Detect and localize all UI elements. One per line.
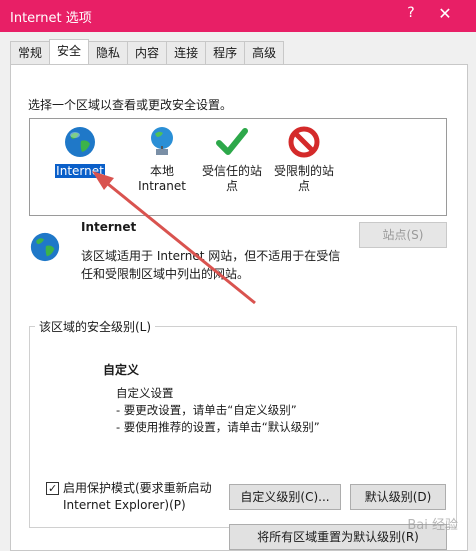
level-line: - 要使用推荐的设置，请单击“默认级别” <box>116 420 320 434</box>
restricted-sites-icon <box>288 126 320 158</box>
window-title: Internet 选项 <box>10 11 92 26</box>
security-level-title: 该区域的安全级别(L) <box>35 318 156 335</box>
local-intranet-icon <box>151 127 173 155</box>
selected-zone-name: Internet <box>81 220 137 234</box>
tab-general[interactable]: 常规 <box>10 41 51 64</box>
zone-internet[interactable]: Internet <box>42 125 118 179</box>
security-panel: 选择一个区域以查看或更改安全设置。 Internet 本地Intranet 受 <box>10 64 468 551</box>
protected-mode-option[interactable]: ✓ 启用保护模式(要求重新启动 Internet Explorer)(P) <box>46 480 236 514</box>
custom-level-button[interactable]: 自定义级别(C)... <box>229 484 341 510</box>
tab-content[interactable]: 内容 <box>127 41 168 64</box>
tab-bar: 常规 安全 隐私 内容 连接 程序 高级 <box>10 39 285 64</box>
level-line: 自定义设置 <box>116 386 174 400</box>
level-line: - 要更改设置，请单击“自定义级别” <box>116 403 297 417</box>
globe-icon <box>30 232 60 262</box>
tab-security[interactable]: 安全 <box>49 39 90 64</box>
security-level-description: 自定义设置 - 要更改设置，请单击“自定义级别” - 要使用推荐的设置，请单击“… <box>116 385 320 436</box>
watermark: Bai 经验 <box>407 518 458 533</box>
sites-button[interactable]: 站点(S) <box>359 222 447 248</box>
title-bar: Internet 选项 ? ✕ <box>0 0 476 32</box>
zone-label: Internet <box>55 164 105 178</box>
zone-list: Internet 本地 Intranet 受信任的站点 受限制的站点 <box>29 118 447 216</box>
security-level-name: 自定义 <box>103 363 140 377</box>
protected-mode-label: 启用保护模式(要求重新启动 Internet Explorer)(P) <box>63 481 212 512</box>
zone-prompt: 选择一个区域以查看或更改安全设置。 <box>28 98 233 112</box>
zone-label: 受限制的站点 <box>273 164 334 193</box>
zone-restricted-sites[interactable]: 受限制的站点 <box>266 125 342 194</box>
tab-advanced[interactable]: 高级 <box>244 41 285 64</box>
selected-zone-description: 该区域适用于 Internet 网站，但不适用于在受信任和受限制区域中列出的网站… <box>81 249 341 281</box>
help-button[interactable]: ? <box>398 5 424 21</box>
tab-privacy[interactable]: 隐私 <box>88 41 129 64</box>
zone-label: 受信任的站点 <box>201 164 262 193</box>
globe-icon <box>65 127 95 157</box>
protected-mode-checkbox[interactable]: ✓ <box>46 482 59 495</box>
trusted-sites-check-icon <box>216 128 248 155</box>
default-level-button[interactable]: 默认级别(D) <box>350 484 446 510</box>
tab-programs[interactable]: 程序 <box>205 41 246 64</box>
zone-label: 本地 Intranet <box>138 164 186 193</box>
checkmark-icon: ✓ <box>48 482 58 495</box>
tab-connections[interactable]: 连接 <box>166 41 207 64</box>
zone-trusted-sites[interactable]: 受信任的站点 <box>194 125 270 194</box>
close-button[interactable]: ✕ <box>432 4 458 23</box>
zone-local-intranet[interactable]: 本地 Intranet <box>124 125 200 194</box>
